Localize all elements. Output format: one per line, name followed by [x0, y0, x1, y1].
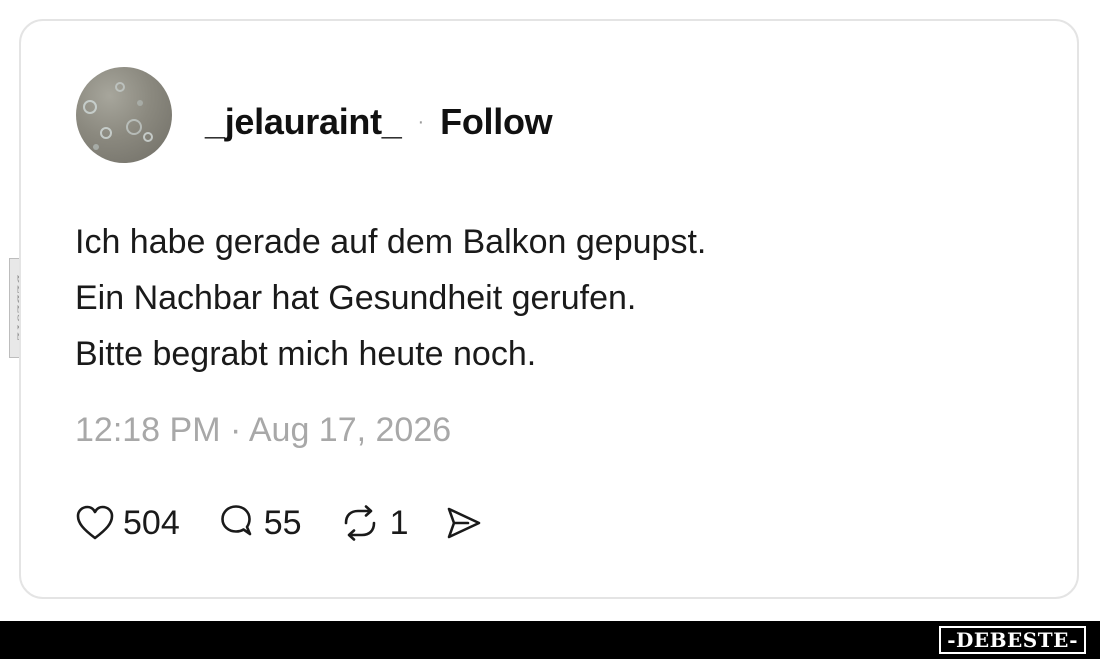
footer-bar: -DEBESTE-	[0, 621, 1100, 659]
post-text: Ich habe gerade auf dem Balkon gepupst. …	[75, 214, 706, 382]
post-text-line: Ich habe gerade auf dem Balkon gepupst.	[75, 223, 707, 261]
reply-button[interactable]: 55	[216, 503, 302, 543]
avatar[interactable]	[76, 67, 172, 163]
repost-button[interactable]: 1	[338, 503, 409, 543]
follow-button[interactable]: Follow	[440, 101, 552, 143]
reply-count: 55	[263, 503, 302, 542]
post-timestamp[interactable]: 12:18 PM · Aug 17, 2026	[75, 411, 451, 450]
like-button[interactable]: 504	[75, 504, 180, 543]
header-separator: ·	[417, 110, 425, 133]
avatar-image	[83, 82, 153, 150]
send-icon	[444, 505, 484, 541]
share-button[interactable]	[444, 505, 484, 541]
like-count: 504	[123, 503, 180, 542]
repost-count: 1	[389, 503, 409, 542]
username-link[interactable]: _jelauraint_	[205, 101, 402, 143]
post-text-line: Bitte begrabt mich heute noch.	[75, 335, 537, 373]
footer-watermark-logo: -DEBESTE-	[939, 626, 1086, 654]
post-header: _jelauraint_ · Follow	[205, 97, 553, 147]
repost-icon	[338, 503, 382, 543]
heart-icon	[75, 504, 115, 542]
post-text-line: Ein Nachbar hat Gesundheit gerufen.	[75, 279, 637, 317]
action-bar: 504 55 1	[75, 501, 520, 545]
post-card: _jelauraint_ · Follow Ich habe gerade au…	[19, 19, 1079, 599]
comment-icon	[216, 503, 256, 543]
